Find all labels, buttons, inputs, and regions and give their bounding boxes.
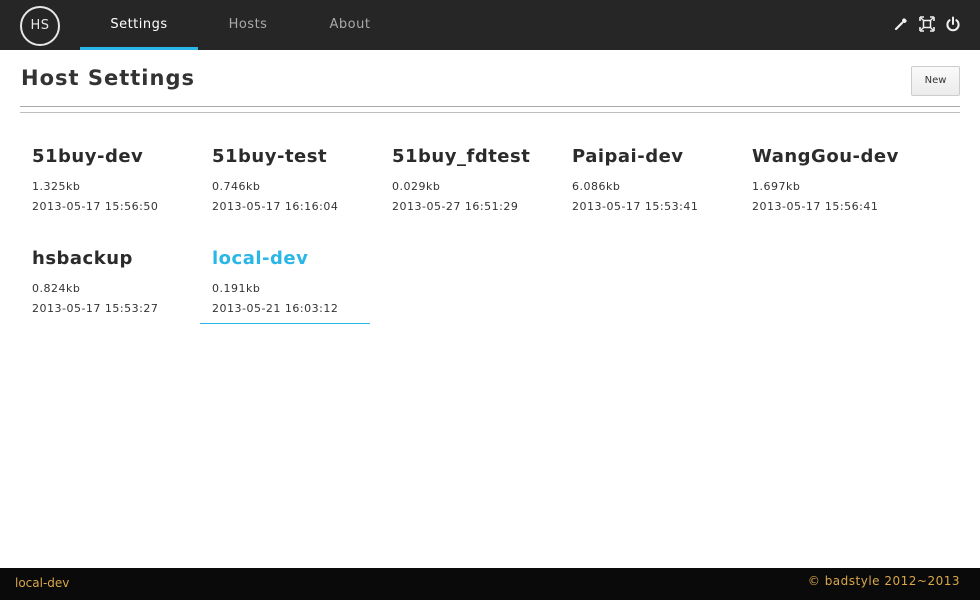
page-title: Host Settings (21, 66, 195, 90)
app-logo: HS (20, 6, 60, 46)
host-card-local-dev[interactable]: local-dev 0.191kb 2013-05-21 16:03:12 (200, 248, 370, 324)
top-navigation-bar: HS Settings Hosts About (0, 0, 980, 50)
tab-about[interactable]: About (298, 0, 402, 50)
host-name: Paipai-dev (572, 146, 684, 167)
copyright-text: © badstyle 2012~2013 (807, 574, 960, 588)
host-name: 51buy-dev (32, 146, 144, 167)
host-name: local-dev (212, 248, 309, 269)
host-date: 2013-05-17 15:53:27 (32, 302, 159, 315)
host-size: 0.746kb (212, 180, 261, 193)
title-divider-secondary (20, 112, 960, 113)
host-card-51buy-test[interactable]: 51buy-test 0.746kb 2013-05-17 16:16:04 (200, 146, 368, 224)
host-date: 2013-05-27 16:51:29 (392, 200, 519, 213)
power-icon[interactable] (945, 16, 961, 32)
current-host-label: local-dev (15, 576, 70, 590)
host-name: 51buy_fdtest (392, 146, 531, 167)
tab-hosts[interactable]: Hosts (198, 0, 298, 50)
tab-settings[interactable]: Settings (80, 0, 198, 50)
title-divider (20, 106, 960, 107)
host-date: 2013-05-17 16:16:04 (212, 200, 339, 213)
host-date: 2013-05-21 16:03:12 (212, 302, 339, 315)
host-size: 0.191kb (212, 282, 261, 295)
host-card-51buy-dev[interactable]: 51buy-dev 1.325kb 2013-05-17 15:56:50 (20, 146, 188, 224)
footer-bar: local-dev © badstyle 2012~2013 (0, 568, 980, 600)
host-size: 6.086kb (572, 180, 621, 193)
host-name: WangGou-dev (752, 146, 899, 167)
host-card-paipai-dev[interactable]: Paipai-dev 6.086kb 2013-05-17 15:53:41 (560, 146, 728, 224)
host-card-51buy-fdtest[interactable]: 51buy_fdtest 0.029kb 2013-05-27 16:51:29 (380, 146, 548, 224)
fullscreen-icon[interactable] (919, 16, 935, 32)
host-name: 51buy-test (212, 146, 328, 167)
host-name: hsbackup (32, 248, 133, 269)
host-card-hsbackup[interactable]: hsbackup 0.824kb 2013-05-17 15:53:27 (20, 248, 188, 326)
host-size: 0.029kb (392, 180, 441, 193)
host-date: 2013-05-17 15:56:41 (752, 200, 879, 213)
host-date: 2013-05-17 15:53:41 (572, 200, 699, 213)
host-size: 1.697kb (752, 180, 801, 193)
host-card-wanggou-dev[interactable]: WangGou-dev 1.697kb 2013-05-17 15:56:41 (740, 146, 908, 224)
wrench-icon[interactable] (893, 16, 909, 32)
host-size: 0.824kb (32, 282, 81, 295)
host-size: 1.325kb (32, 180, 81, 193)
new-host-button[interactable]: New (911, 66, 960, 96)
host-date: 2013-05-17 15:56:50 (32, 200, 159, 213)
